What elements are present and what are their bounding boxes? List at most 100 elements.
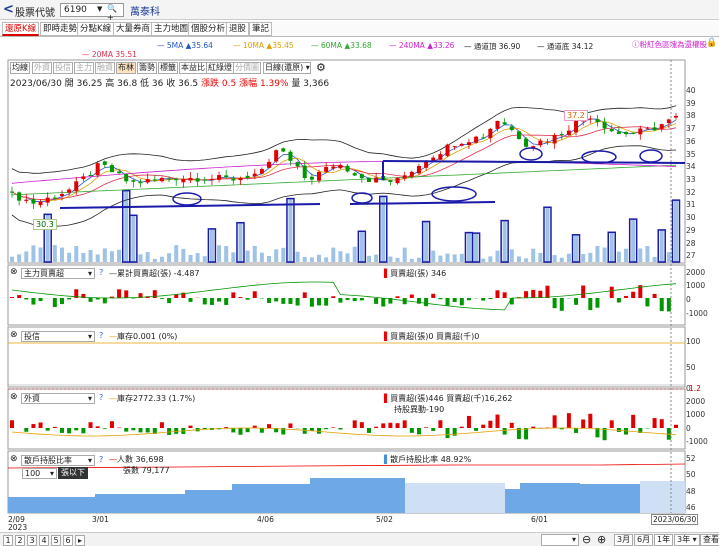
main-force-close-icon[interactable]: ⊗ — [10, 267, 18, 277]
volume-bar — [288, 198, 293, 262]
bottom-bar: 1 2 3 4 5 6 ▸ ▾ ⊖ ⊕ 3月 6月 1年 3年 ▾ 查看 — [0, 532, 719, 546]
candle-body — [552, 135, 557, 144]
main-force-bar — [352, 298, 357, 302]
lot-below-button[interactable]: 張以下 — [58, 467, 88, 479]
main-force-bar — [95, 298, 100, 300]
main-force-bar — [609, 286, 614, 298]
candle-body — [409, 171, 414, 177]
page-button[interactable]: 1 — [3, 535, 13, 546]
pane4-tick: 46 — [686, 503, 696, 512]
candle-body — [24, 199, 29, 201]
main-force-bar — [631, 291, 636, 298]
chart-canvas[interactable] — [0, 0, 719, 546]
main-force-bar — [267, 298, 272, 303]
main-force-bar — [324, 298, 329, 306]
candle-body — [88, 175, 93, 177]
page-next-icon[interactable]: ▸ — [75, 535, 85, 546]
foreign-bar — [416, 428, 421, 435]
range-3m-button[interactable]: 3月 — [614, 534, 634, 546]
volume-bar — [331, 247, 336, 262]
help-icon[interactable]: ? — [99, 268, 103, 277]
volume-bar — [309, 257, 314, 262]
trust-select[interactable]: 投信 ▾ — [21, 331, 95, 342]
foreign-close-icon[interactable]: ⊗ — [10, 392, 18, 402]
pane1-tick: 2000 — [686, 268, 706, 277]
candle-body — [188, 177, 193, 181]
view-button[interactable]: 查看 — [700, 534, 719, 546]
volume-bar — [138, 254, 143, 262]
retail-select[interactable]: 散戶持股比率 ▾ — [21, 455, 95, 466]
help-icon[interactable]: ? — [99, 393, 103, 402]
page-button[interactable]: 5 — [51, 535, 61, 546]
foreign-holding-change: 持股異動-190 — [394, 405, 445, 414]
volume-bar — [381, 196, 386, 262]
pane4-tick: 52 — [686, 454, 696, 463]
volume-bar — [324, 257, 329, 262]
main-force-bar — [574, 298, 579, 305]
cursor-date-label: 2023/06/30 — [651, 514, 699, 525]
candle-body — [424, 161, 429, 168]
lot-size-value: 100 — [25, 469, 41, 478]
volume-bar — [345, 253, 350, 262]
foreign-select[interactable]: 外資 ▾ — [21, 393, 95, 404]
price-tick: 32 — [686, 188, 696, 197]
retail-close-icon[interactable]: ⊗ — [10, 454, 18, 464]
support-line-2 — [349, 201, 496, 205]
volume-bar — [674, 200, 678, 262]
trust-close-icon[interactable]: ⊗ — [10, 330, 18, 340]
foreign-bar — [388, 422, 393, 428]
main-force-select[interactable]: 主力買賣超 ▾ — [21, 268, 95, 279]
candle-body — [52, 197, 57, 199]
highlight-ellipse — [639, 149, 663, 163]
page-button[interactable]: 6 — [63, 535, 73, 546]
volume-bar — [431, 250, 436, 262]
main-force-bar — [452, 298, 457, 303]
foreign-bar — [95, 426, 100, 428]
trust-select-value: 投信 — [24, 332, 40, 341]
main-force-bar — [317, 298, 322, 306]
pane2-tick: 50 — [686, 363, 696, 372]
volume-bar — [609, 232, 614, 262]
candle-body — [502, 122, 507, 125]
x-label: 4/06 — [257, 515, 274, 524]
volume-bar — [395, 257, 400, 262]
range-3y-button[interactable]: 3年 ▾ — [674, 534, 700, 546]
volume-bar — [445, 253, 450, 262]
foreign-bar — [167, 428, 172, 435]
help-icon[interactable]: ? — [99, 331, 103, 340]
range-6m-button[interactable]: 6月 — [634, 534, 654, 546]
price-tick: 30 — [686, 213, 696, 222]
lot-size-select[interactable]: 100 ▾ — [22, 468, 57, 479]
main-force-bar — [331, 296, 336, 298]
candle-body — [295, 162, 300, 167]
foreign-bar — [552, 415, 557, 428]
volume-bar — [252, 245, 257, 262]
volume-bar — [81, 252, 86, 262]
highlight-ellipse — [581, 150, 617, 164]
volume-bar — [10, 256, 14, 262]
resistance-line — [382, 160, 686, 164]
foreign-bar — [145, 428, 150, 433]
volume-bar — [117, 249, 122, 262]
volume-bar — [124, 190, 129, 262]
candle-body — [374, 177, 379, 183]
candle-body — [638, 128, 643, 135]
zoom-out-icon[interactable]: ⊖ — [582, 533, 591, 546]
page-button[interactable]: 2 — [15, 535, 25, 546]
main-force-bar — [88, 298, 93, 302]
foreign-bar — [38, 422, 43, 428]
foreign-bar — [574, 428, 579, 433]
range-1y-button[interactable]: 1年 — [654, 534, 674, 546]
range-dropdown[interactable]: ▾ — [541, 534, 579, 546]
main-force-bar — [10, 296, 14, 298]
candle-body — [674, 115, 678, 118]
foreign-bar — [309, 428, 314, 431]
volume-bar — [509, 249, 514, 262]
volume-bar — [652, 256, 657, 262]
page-button[interactable]: 3 — [27, 535, 37, 546]
help-icon[interactable]: ? — [99, 455, 103, 464]
zoom-in-icon[interactable]: ⊕ — [597, 533, 606, 546]
page-button[interactable]: 4 — [39, 535, 49, 546]
candle-body — [195, 178, 200, 182]
volume-bar — [295, 251, 300, 262]
